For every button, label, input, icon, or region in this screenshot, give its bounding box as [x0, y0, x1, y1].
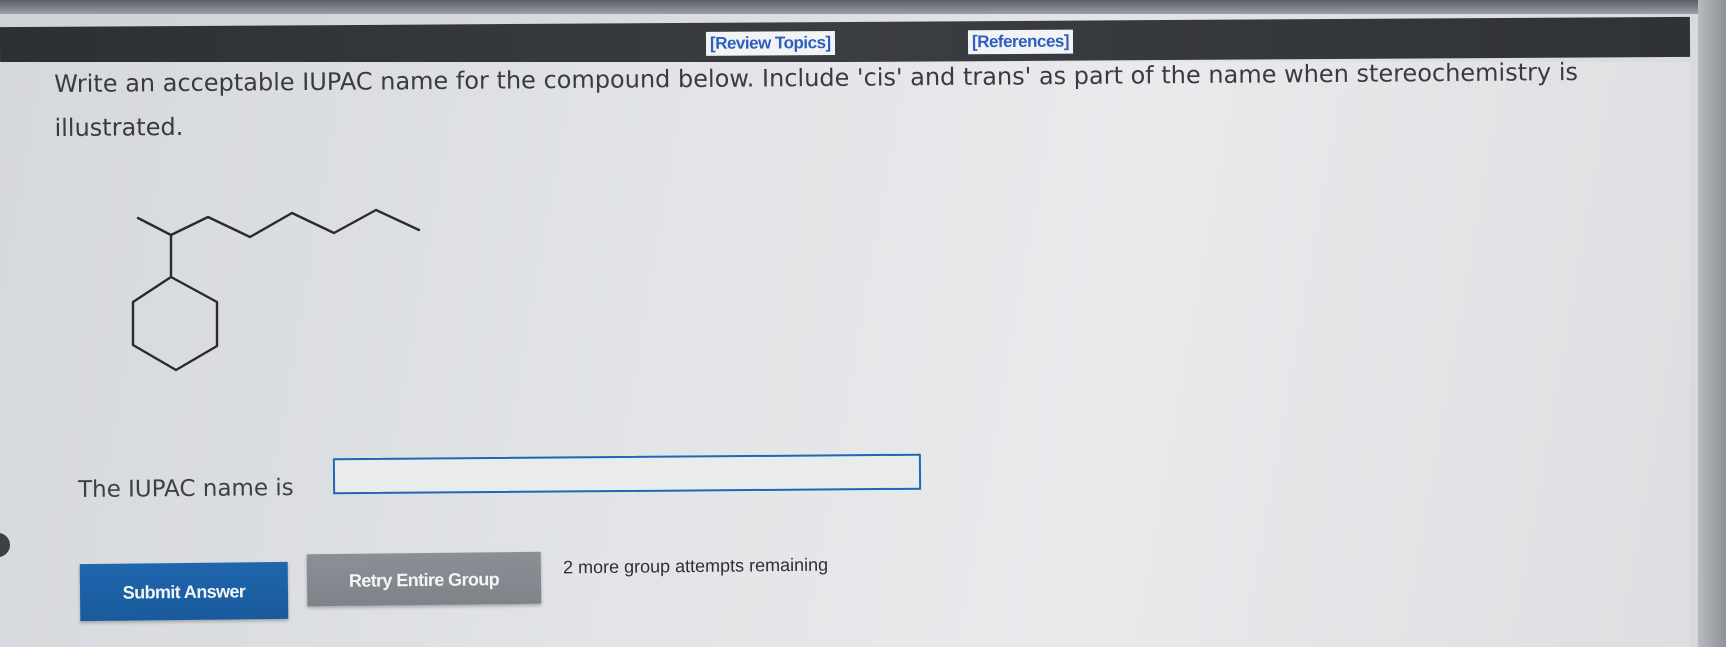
molecule-structure — [131, 208, 421, 372]
attempts-remaining-text: 2 more group attempts remaining — [562, 554, 829, 578]
methyl-bond — [136, 216, 173, 237]
cyclohexane-ring — [131, 275, 219, 372]
alkyl-chain-bonds — [169, 208, 421, 239]
iupac-name-input[interactable] — [332, 453, 922, 495]
monitor-bezel-top — [0, 0, 1726, 14]
submit-answer-button[interactable]: Submit Answer — [79, 561, 289, 622]
question-text: Write an acceptable IUPAC name for the c… — [54, 58, 1579, 142]
review-topics-link[interactable]: [Review Topics] — [705, 31, 835, 56]
iupac-name-label: The IUPAC name is — [77, 475, 294, 503]
retry-entire-group-button[interactable]: Retry Entire Group — [306, 551, 542, 607]
references-link[interactable]: [References] — [967, 29, 1074, 55]
monitor-bezel-right — [1698, 0, 1726, 647]
